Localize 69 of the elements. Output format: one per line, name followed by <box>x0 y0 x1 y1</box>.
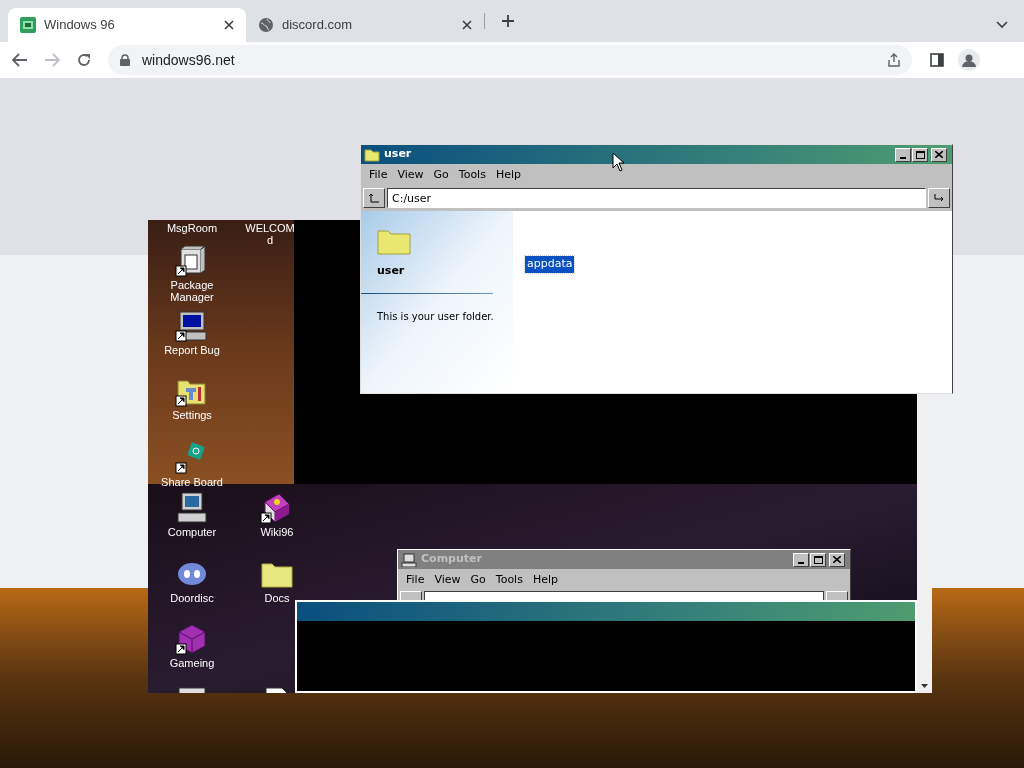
icon-label[interactable]: WELCOM d <box>244 222 296 246</box>
menu-item[interactable]: Tools <box>490 571 528 589</box>
icon-label[interactable]: MsgRoom <box>166 222 218 234</box>
side-panel-icon[interactable] <box>930 53 944 67</box>
menu-item[interactable]: File <box>401 571 430 589</box>
icon-label[interactable]: Gameing <box>152 657 232 669</box>
url-text: windows96.net <box>142 50 235 70</box>
icon-label[interactable]: Docs <box>237 592 317 604</box>
menu-item[interactable]: Go <box>428 166 454 184</box>
minimize-button[interactable] <box>793 552 809 567</box>
panel-text: This is your user folder. <box>377 309 494 324</box>
chevron-down-icon[interactable] <box>996 21 1008 29</box>
menu-item[interactable]: File <box>364 166 393 184</box>
icon-label[interactable]: Share Board <box>152 476 232 488</box>
up-button[interactable] <box>363 188 385 208</box>
icon-label[interactable]: Report Bug <box>152 344 232 356</box>
monitor-icon[interactable] <box>175 310 209 342</box>
panel-title: user <box>377 263 406 279</box>
tab-title: Windows 96 <box>44 16 116 35</box>
minimize-icon <box>900 156 906 159</box>
w96-logo-icon <box>20 17 36 33</box>
back-icon[interactable] <box>12 53 28 67</box>
reload-icon[interactable] <box>76 52 92 68</box>
tab[interactable]: discord.com <box>246 8 484 42</box>
close-icon <box>935 151 943 158</box>
icon-label[interactable]: Doordisc <box>152 592 232 604</box>
menu-item[interactable]: Help <box>527 571 563 589</box>
minimize-icon <box>798 561 804 564</box>
menu-item[interactable]: Help <box>490 166 526 184</box>
address-bar[interactable]: windows96.net <box>108 45 912 75</box>
window-title: Computer <box>421 551 482 568</box>
maximize-button[interactable] <box>810 552 826 567</box>
menu-item[interactable]: Go <box>465 571 491 589</box>
close-button[interactable] <box>829 552 845 567</box>
package-icon[interactable] <box>175 245 209 277</box>
maximize-icon <box>813 555 823 564</box>
address-field[interactable]: C:/user <box>387 188 926 208</box>
up-arrow-icon <box>368 193 380 203</box>
maximize-button[interactable] <box>912 147 928 162</box>
tab-title: discord.com <box>282 16 354 35</box>
lock-icon <box>120 54 130 66</box>
scrollbar[interactable] <box>917 394 932 693</box>
window-title: user <box>384 146 412 163</box>
computer-icon[interactable] <box>175 492 209 524</box>
tab[interactable]: Windows 96 <box>8 8 246 42</box>
computer-icon <box>401 552 417 567</box>
close-icon[interactable] <box>224 20 234 30</box>
icon-label[interactable]: Settings <box>152 409 232 421</box>
folder-icon <box>377 227 411 255</box>
new-tab-icon[interactable] <box>501 14 515 28</box>
profile-icon[interactable] <box>958 49 980 71</box>
menu-item[interactable]: View <box>429 571 466 589</box>
icon-label[interactable]: Package Manager <box>152 279 232 303</box>
close-button[interactable] <box>931 147 947 162</box>
folder-item[interactable]: appdata <box>525 256 575 273</box>
go-arrow-icon <box>933 193 945 203</box>
go-button[interactable] <box>928 188 950 208</box>
close-icon <box>833 556 841 563</box>
folder-icon <box>364 147 380 162</box>
menu-item[interactable]: View <box>392 166 429 184</box>
minimize-button[interactable] <box>895 147 911 162</box>
mouse-cursor-icon <box>612 152 624 172</box>
icon-label[interactable]: Computer <box>152 526 232 538</box>
cube-icon[interactable] <box>175 623 209 655</box>
menu-item[interactable]: Tools <box>453 166 491 184</box>
maximize-icon <box>915 150 925 159</box>
close-icon[interactable] <box>462 20 472 30</box>
icon-label[interactable]: Wiki96 <box>237 526 317 538</box>
globe-icon <box>258 17 274 33</box>
